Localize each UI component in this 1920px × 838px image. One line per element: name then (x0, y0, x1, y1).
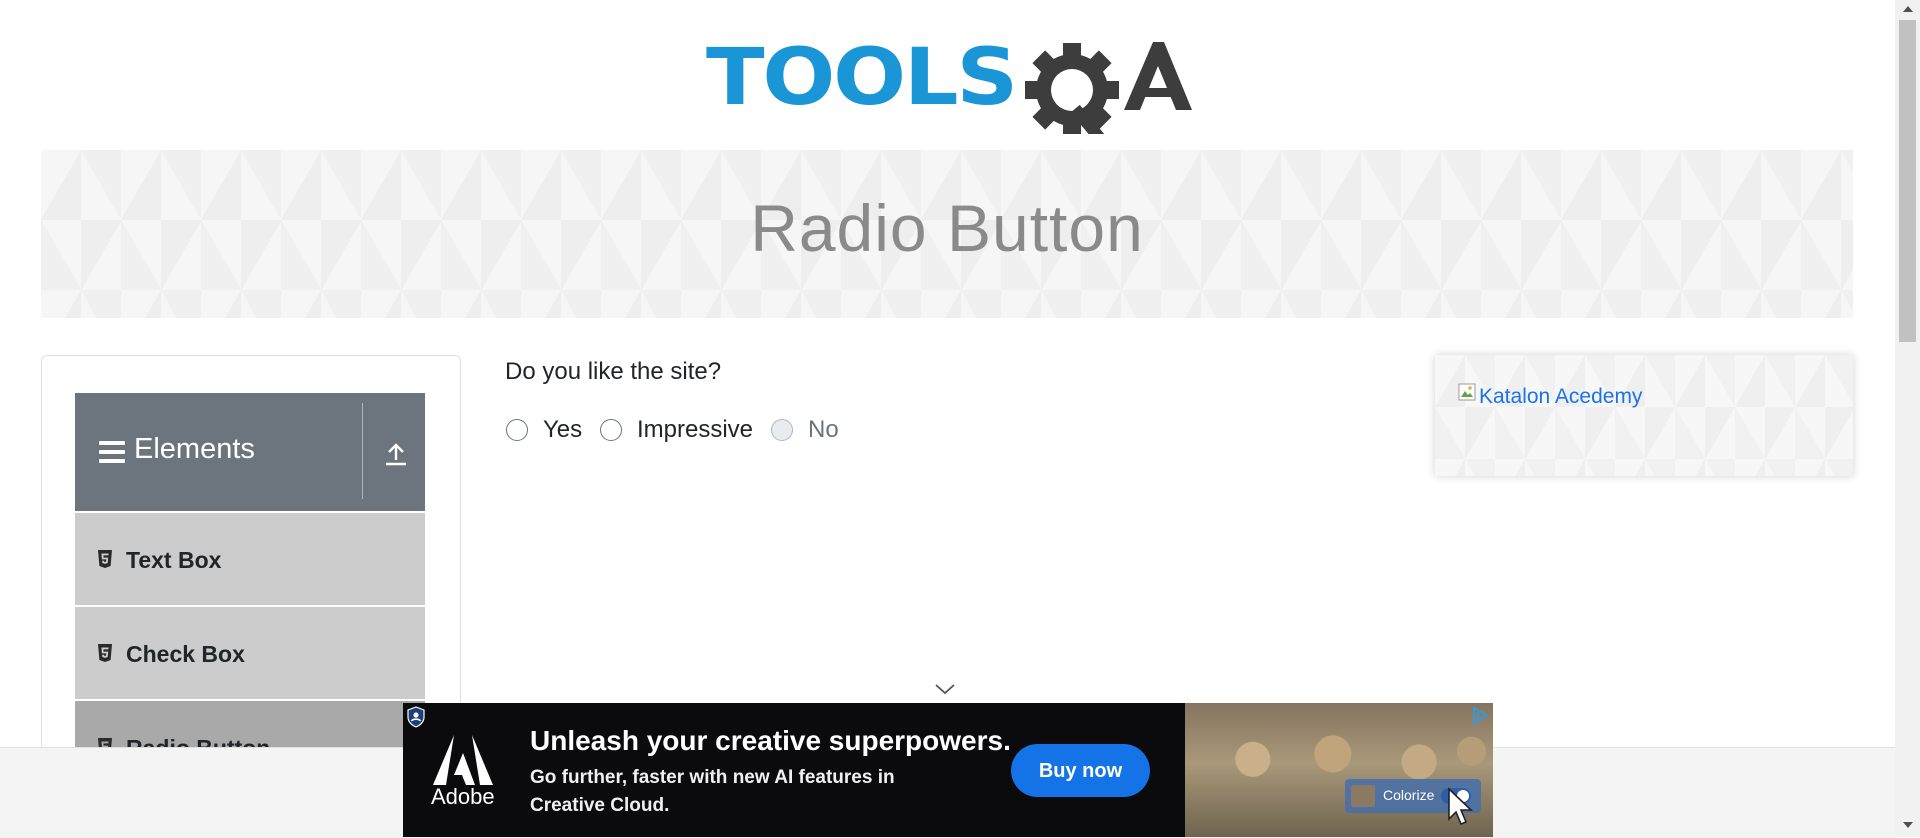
no-radio (771, 419, 793, 441)
html5-icon (97, 549, 113, 569)
toolsqa-logo[interactable]: TOOLS (706, 24, 1192, 144)
sidebar-item-label: Check Box (126, 641, 245, 667)
buy-now-button[interactable]: Buy now (1011, 744, 1150, 797)
sidebar-item-text-box[interactable]: Text Box (75, 513, 425, 607)
ad-subtext: Go further, faster with new AI features … (530, 767, 895, 816)
photo-thumbnail (1351, 785, 1375, 807)
adobe-logo-icon (433, 733, 493, 791)
sidebar-group-elements[interactable]: Elements (75, 393, 425, 511)
page-scrollbar[interactable] (1895, 0, 1920, 837)
page-banner: Radio Button (41, 150, 1853, 318)
question-text: Do you like the site? (505, 358, 722, 385)
ad-privacy-icon[interactable] (406, 706, 426, 728)
katalon-academy-link[interactable]: Katalon Acedemy (1479, 385, 1642, 409)
no-radio-label: No (808, 416, 839, 443)
upload-icon[interactable] (383, 441, 409, 467)
yes-radio[interactable] (506, 419, 528, 441)
sidebar: Elements Text Box Check Box Radio Button (41, 355, 461, 795)
colorize-label: Colorize (1383, 787, 1435, 803)
header-divider (362, 403, 363, 499)
side-ad-card: Katalon Acedemy (1435, 355, 1853, 476)
impressive-radio[interactable] (600, 419, 622, 441)
ad-photo: Colorize (1185, 703, 1493, 837)
adchoices-icon[interactable] (1472, 706, 1489, 725)
impressive-radio-label[interactable]: Impressive (637, 416, 753, 444)
scroll-up-arrow-icon[interactable] (1903, 6, 1913, 12)
sidebar-item-label: Text Box (126, 547, 222, 573)
broken-image-icon (1457, 381, 1479, 403)
ad-headline: Unleash your creative superpowers. (530, 725, 1011, 756)
html5-icon (97, 643, 113, 663)
cursor-icon (1447, 787, 1477, 827)
yes-radio-label[interactable]: Yes (543, 416, 582, 444)
chevron-down-icon[interactable] (934, 682, 956, 696)
adobe-ad-banner[interactable]: Adobe Unleash your creative superpowers.… (403, 703, 1493, 837)
page-title: Radio Button (750, 191, 1144, 265)
scroll-down-arrow-icon[interactable] (1903, 822, 1913, 828)
sidebar-item-check-box[interactable]: Check Box (75, 607, 425, 701)
sidebar-group-title: Elements (134, 433, 255, 465)
scrollbar-thumb[interactable] (1899, 20, 1916, 342)
svg-text:TOOLS: TOOLS (706, 33, 1016, 123)
hamburger-icon (99, 441, 125, 463)
adobe-wordmark: Adobe (431, 784, 495, 809)
